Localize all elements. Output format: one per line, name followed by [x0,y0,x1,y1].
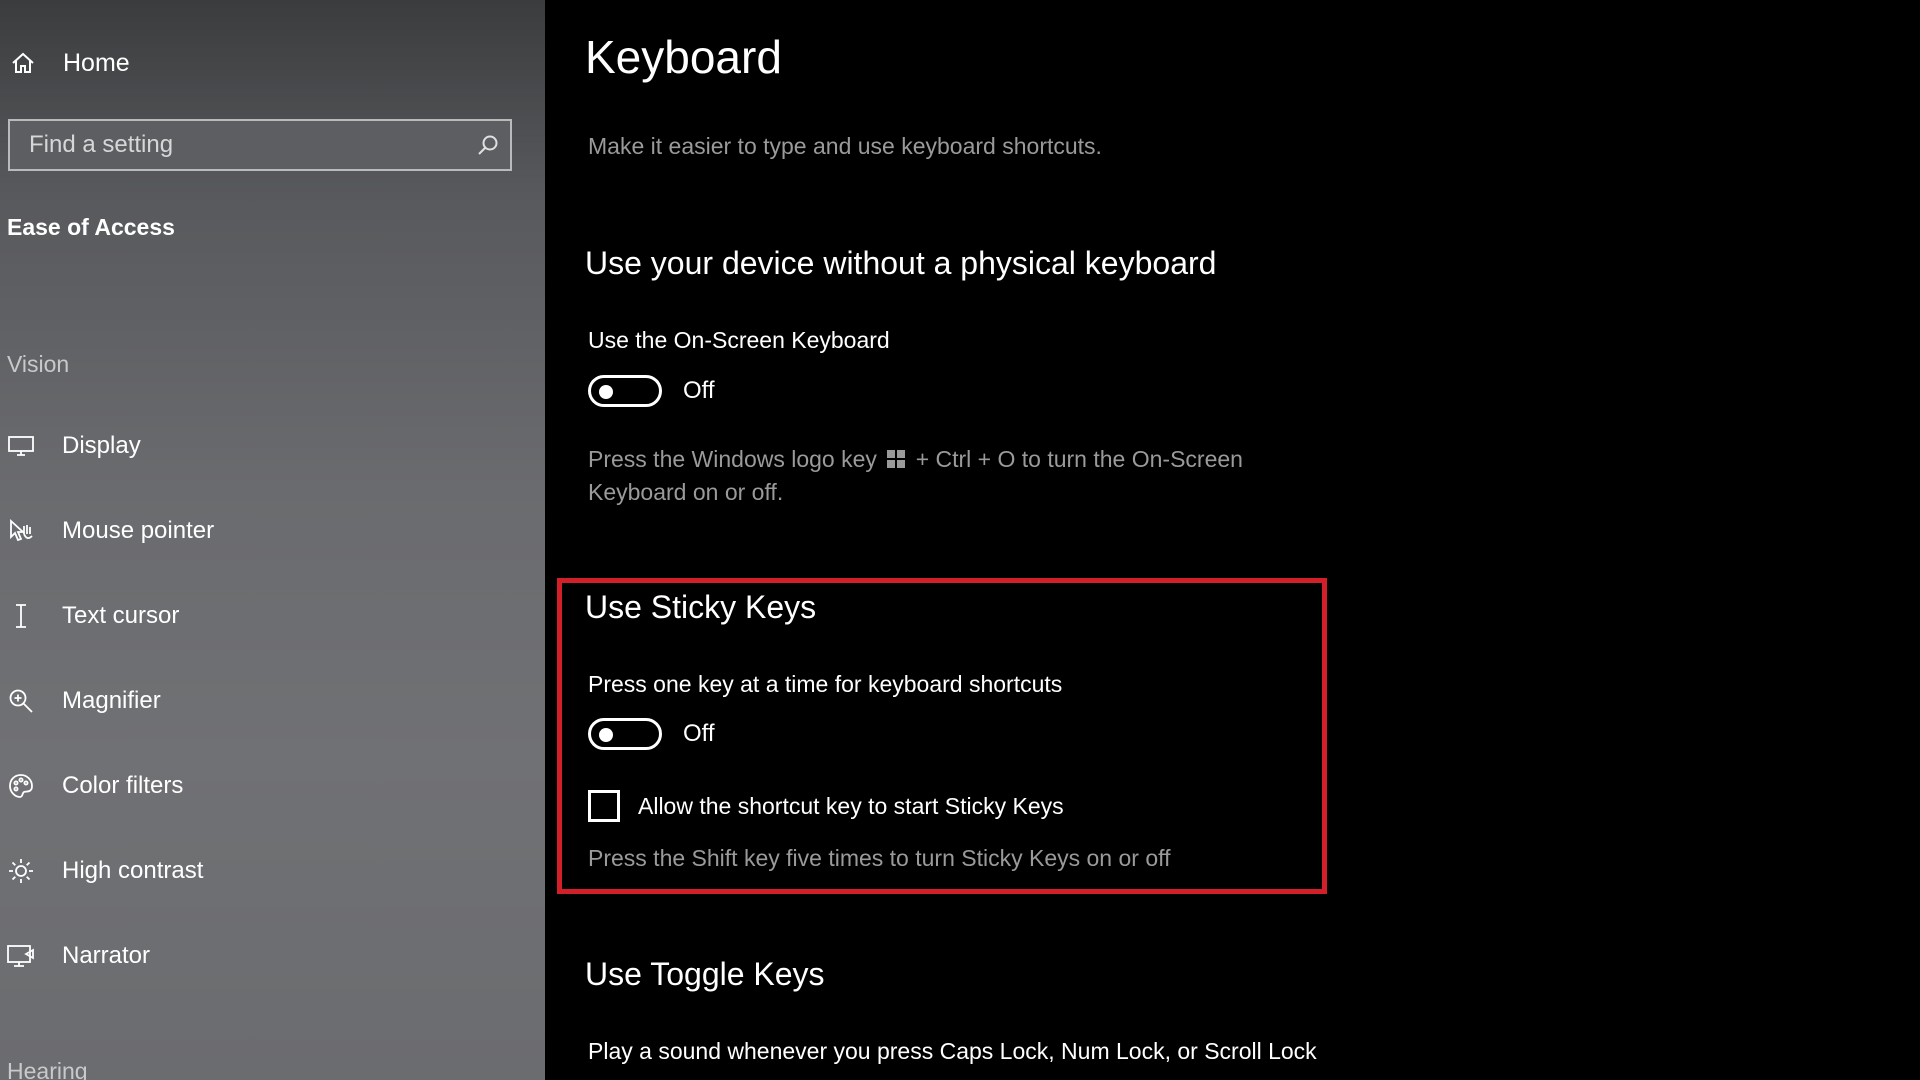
search-box [8,119,512,171]
high-contrast-icon [0,857,42,885]
help-text-part: + Ctrl + O to turn the On-Screen [915,446,1243,472]
section-title-sticky-keys: Use Sticky Keys [585,589,817,625]
home-label: Home [63,48,130,77]
mouse-pointer-icon [0,517,42,545]
help-text-line: Keyboard on or off. [588,479,784,505]
toggle-knob [599,385,613,399]
narrator-icon [0,942,42,970]
group-label-hearing: Hearing [7,1058,88,1080]
sidebar-item-mouse-pointer[interactable]: Mouse pointer [0,503,545,559]
sidebar-item-text-cursor[interactable]: Text cursor [0,588,545,644]
sidebar-item-label: Magnifier [62,687,161,714]
sidebar-item-display[interactable]: Display [0,418,545,474]
sticky-keys-shortcut-row: Allow the shortcut key to start Sticky K… [588,790,1064,822]
settings-window: Home Ease of Access Vision Display [0,0,1920,1080]
toggle-knob [599,728,613,742]
search-input[interactable] [10,120,466,170]
magnifier-icon [0,687,42,715]
home-icon [0,50,46,76]
sidebar-item-label: Display [62,432,141,459]
search-icon[interactable] [466,121,510,169]
sticky-keys-shortcut-checkbox[interactable] [588,790,620,822]
sticky-keys-toggle[interactable] [588,718,662,750]
sidebar-item-label: High contrast [62,857,204,884]
help-text-part: Press the Windows logo key [588,446,877,472]
page-description: Make it easier to type and use keyboard … [588,133,1102,159]
on-screen-keyboard-toggle-row: Off [588,375,715,407]
sidebar-item-label: Color filters [62,772,184,799]
sticky-keys-toggle-state: Off [683,720,715,747]
windows-logo-icon [887,444,906,476]
on-screen-keyboard-toggle[interactable] [588,375,662,407]
category-title: Ease of Access [7,214,175,240]
color-filters-icon [0,772,42,800]
sidebar-item-high-contrast[interactable]: High contrast [0,843,545,899]
sticky-keys-toggle-row: Off [588,718,715,750]
toggle-keys-label: Play a sound whenever you press Caps Loc… [588,1038,1317,1064]
display-icon [0,434,42,458]
on-screen-keyboard-help: Press the Windows logo key + Ctrl + O to… [588,443,1243,508]
sidebar-item-color-filters[interactable]: Color filters [0,758,545,814]
sidebar: Home Ease of Access Vision Display [0,0,545,1080]
on-screen-keyboard-toggle-state: Off [683,377,715,404]
sidebar-item-narrator[interactable]: Narrator [0,928,545,984]
sticky-keys-help: Press the Shift key five times to turn S… [588,845,1171,871]
home-nav-item[interactable]: Home [0,40,130,86]
sticky-keys-label: Press one key at a time for keyboard sho… [588,671,1063,697]
main-content: Keyboard Make it easier to type and use … [545,0,1920,1080]
sidebar-item-label: Narrator [62,942,151,969]
section-title-toggle-keys: Use Toggle Keys [585,956,825,992]
text-cursor-icon [0,602,42,630]
sticky-keys-shortcut-label[interactable]: Allow the shortcut key to start Sticky K… [638,793,1064,820]
on-screen-keyboard-label: Use the On-Screen Keyboard [588,327,890,353]
sidebar-item-magnifier[interactable]: Magnifier [0,673,545,729]
sidebar-item-label: Mouse pointer [62,517,215,544]
group-label-vision: Vision [7,351,70,377]
section-title-on-screen-keyboard: Use your device without a physical keybo… [585,245,1217,281]
sidebar-item-label: Text cursor [62,602,180,629]
page-title: Keyboard [585,31,782,83]
